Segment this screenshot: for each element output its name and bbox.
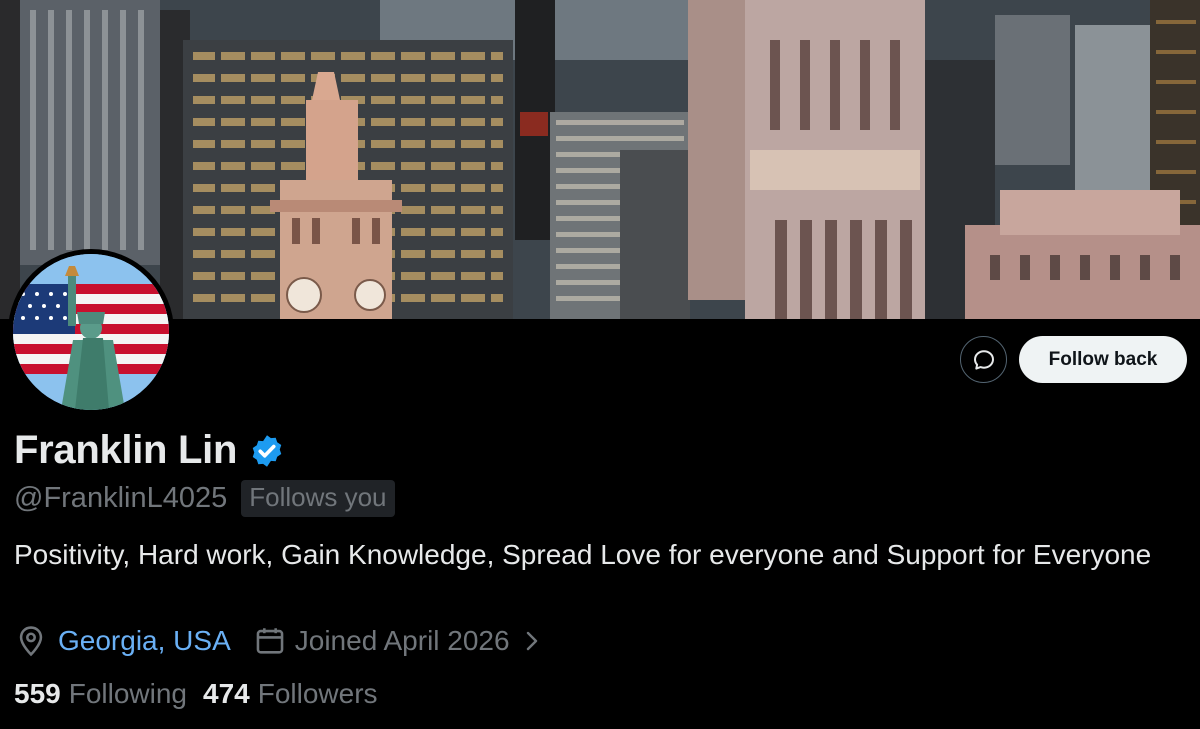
profile-bio: Positivity, Hard work, Gain Knowledge, S… bbox=[14, 539, 1152, 570]
following-count[interactable]: 559 bbox=[14, 678, 61, 710]
followers-count[interactable]: 474 bbox=[203, 678, 250, 710]
location-link[interactable]: Georgia, USA bbox=[58, 625, 231, 657]
location-pin-icon bbox=[19, 626, 43, 657]
profile-avatar[interactable] bbox=[8, 249, 174, 415]
message-button[interactable] bbox=[960, 336, 1007, 383]
handle-row: @FranklinL4025 Follows you bbox=[14, 480, 395, 517]
chevron-right-icon[interactable] bbox=[520, 626, 544, 656]
follow-back-button[interactable]: Follow back bbox=[1019, 336, 1187, 383]
joined-date[interactable]: Joined April 2026 bbox=[295, 625, 510, 657]
avatar-image bbox=[13, 254, 169, 410]
follows-you-badge: Follows you bbox=[241, 480, 395, 517]
profile-banner[interactable] bbox=[0, 0, 1200, 319]
message-icon bbox=[973, 349, 994, 370]
followers-label[interactable]: Followers bbox=[258, 678, 378, 710]
name-row: Franklin Lin bbox=[14, 428, 285, 473]
following-label[interactable]: Following bbox=[69, 678, 187, 710]
user-handle: @FranklinL4025 bbox=[14, 482, 228, 514]
display-name: Franklin Lin bbox=[14, 428, 238, 472]
verified-badge-icon[interactable] bbox=[249, 433, 285, 469]
follow-stats: 559 Following 474 Followers bbox=[14, 678, 394, 710]
calendar-icon bbox=[256, 628, 284, 654]
profile-meta: Georgia, USA Joined April 2026 bbox=[14, 624, 544, 658]
